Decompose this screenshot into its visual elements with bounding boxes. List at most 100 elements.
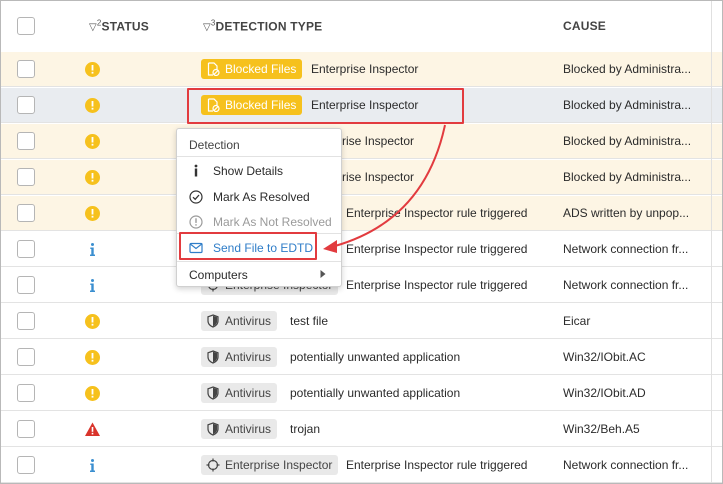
row-checkbox[interactable]	[17, 348, 35, 366]
warning-status-icon	[85, 62, 100, 77]
exclamation-circle-icon	[189, 215, 203, 229]
detections-panel: ▽2STATUS ▽3DETECTION TYPE CAUSE Blocked …	[0, 0, 723, 484]
detection-type-text: Enterprise Inspector rule triggered	[346, 206, 528, 220]
row-checkbox[interactable]	[17, 276, 35, 294]
detection-type-text: rise Inspector	[342, 170, 415, 184]
blocked-file-icon	[207, 62, 220, 76]
check-circle-icon	[189, 190, 203, 204]
menu-item-label: Computers	[189, 268, 248, 282]
table-row[interactable]: Antivirus trojan Win32/Beh.A5	[1, 412, 722, 447]
table-row[interactable]: Enterprise InspectorEnterprise Inspector…	[1, 268, 722, 303]
crosshair-icon	[206, 458, 220, 472]
table-row[interactable]: rise Inspector Blocked by Administra...	[1, 124, 722, 159]
info-icon	[194, 164, 198, 177]
context-menu-header: Detection	[189, 138, 240, 152]
detection-category-badge: Antivirus	[201, 311, 278, 331]
badge-label: Blocked Files	[225, 62, 297, 76]
cause-text: Blocked by Administra...	[563, 98, 692, 112]
warning-status-icon	[85, 350, 100, 365]
detection-type-column-header[interactable]: ▽3DETECTION TYPE	[203, 19, 322, 33]
row-checkbox[interactable]	[17, 96, 35, 114]
detection-category-badge: Antivirus	[201, 383, 278, 403]
detection-type-text: test file	[290, 314, 329, 328]
badge-label: Antivirus	[225, 386, 272, 400]
detection-type-text: trojan	[290, 422, 321, 436]
warning-status-icon	[85, 170, 100, 185]
info-status-icon	[90, 243, 95, 256]
shield-icon	[207, 386, 219, 400]
info-status-icon	[90, 459, 95, 472]
menu-item-mark-as-not-resolved[interactable]: Mark As Not Resolved	[177, 210, 341, 234]
highlight-box-row	[187, 88, 464, 124]
detection-category-badge: Antivirus	[201, 347, 278, 367]
row-checkbox[interactable]	[17, 456, 35, 474]
row-checkbox[interactable]	[17, 312, 35, 330]
menu-item-label: Mark As Resolved	[213, 190, 310, 204]
cause-text: Blocked by Administra...	[563, 62, 692, 76]
menu-item-label: Mark As Not Resolved	[213, 215, 332, 229]
select-all-checkbox[interactable]	[17, 17, 35, 35]
context-menu: Detection Show Details Mark As Resolved …	[176, 128, 342, 287]
row-checkbox[interactable]	[17, 168, 35, 186]
detection-type-text: Enterprise Inspector	[311, 62, 419, 76]
scrollbar-track[interactable]	[711, 1, 712, 483]
detection-type-text: rise Inspector	[342, 134, 415, 148]
info-status-icon	[90, 279, 95, 292]
badge-label: Enterprise Inspector	[225, 458, 333, 472]
cause-text: Network connection fr...	[563, 458, 689, 472]
cause-text: ADS written by unpop...	[563, 206, 690, 220]
cause-text: Win32/Beh.A5	[563, 422, 640, 436]
sort-indicator: ▽3	[203, 19, 216, 34]
shield-icon	[207, 350, 219, 364]
table-row[interactable]: Enterprise Inspector Enterprise Inspector…	[1, 448, 722, 483]
table-row[interactable]: Antivirus potentially unwanted applicatio…	[1, 340, 722, 375]
chevron-right-icon	[320, 270, 326, 278]
cause-text: Blocked by Administra...	[563, 170, 692, 184]
table-row[interactable]: Blocked Files Enterprise Inspector Blocked…	[1, 52, 722, 87]
table-row[interactable]: Enterprise Inspector rule triggered Netwo…	[1, 232, 722, 267]
table-row[interactable]: Antivirus test file Eicar	[1, 304, 722, 339]
table-row[interactable]: rise Inspector Blocked by Administra...	[1, 160, 722, 195]
row-checkbox[interactable]	[17, 240, 35, 258]
highlight-box-menu-item	[179, 232, 317, 260]
table-header: ▽2STATUS ▽3DETECTION TYPE CAUSE	[1, 1, 722, 53]
cause-column-header[interactable]: CAUSE	[563, 19, 606, 33]
status-column-header[interactable]: ▽2STATUS	[89, 19, 149, 33]
row-checkbox[interactable]	[17, 132, 35, 150]
menu-item-show-details[interactable]: Show Details	[177, 159, 341, 183]
warning-status-icon	[85, 314, 100, 329]
detection-category-badge: Antivirus	[201, 419, 278, 439]
detection-type-text: Enterprise Inspector rule triggered	[346, 278, 528, 292]
badge-label: Antivirus	[225, 422, 272, 436]
cause-text: Win32/IObit.AC	[563, 350, 646, 364]
table-row[interactable]: Antivirus potentially unwanted applicatio…	[1, 376, 722, 411]
cause-text: Network connection fr...	[563, 242, 689, 256]
table-row[interactable]: Enterprise Inspector rule triggered ADS w…	[1, 196, 722, 231]
menu-divider	[177, 156, 341, 157]
warning-status-icon	[85, 206, 100, 221]
cause-text: Blocked by Administra...	[563, 134, 692, 148]
menu-item-mark-as-resolved[interactable]: Mark As Resolved	[177, 185, 341, 209]
detection-type-text: potentially unwanted application	[290, 386, 461, 400]
row-checkbox[interactable]	[17, 60, 35, 78]
warning-status-icon	[85, 134, 100, 149]
badge-label: Antivirus	[225, 350, 272, 364]
detection-type-text: Enterprise Inspector rule triggered	[346, 242, 528, 256]
badge-label: Antivirus	[225, 314, 272, 328]
detection-category-badge: Enterprise Inspector	[201, 455, 339, 475]
sort-indicator: ▽2	[89, 19, 102, 34]
row-checkbox[interactable]	[17, 204, 35, 222]
menu-item-computers[interactable]: Computers	[177, 263, 341, 287]
menu-item-label: Show Details	[213, 164, 284, 178]
detection-type-text: Enterprise Inspector rule triggered	[346, 458, 528, 472]
row-checkbox[interactable]	[17, 420, 35, 438]
warning-status-icon	[85, 98, 100, 113]
critical-status-icon	[85, 422, 100, 436]
detection-type-text: potentially unwanted application	[290, 350, 461, 364]
cause-text: Network connection fr...	[563, 278, 689, 292]
warning-status-icon	[85, 386, 100, 401]
menu-divider	[177, 261, 341, 262]
row-checkbox[interactable]	[17, 384, 35, 402]
cause-text: Win32/IObit.AD	[563, 386, 646, 400]
detection-category-badge: Blocked Files	[201, 59, 303, 79]
